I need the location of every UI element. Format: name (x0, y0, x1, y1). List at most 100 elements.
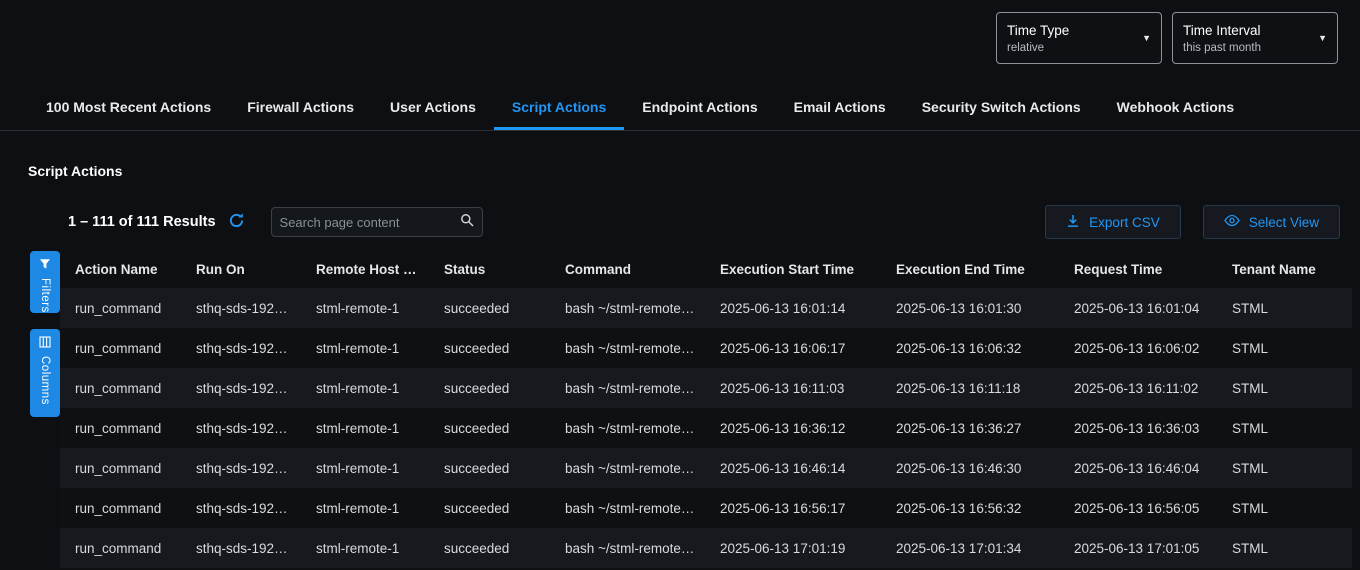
table-cell: 2025-06-13 17:01:19 (705, 528, 881, 568)
column-header[interactable]: Tenant Name (1217, 251, 1352, 288)
table-cell: 2025-06-13 16:06:17 (705, 328, 881, 368)
table-cell: 2025-06-13 16:11:18 (881, 368, 1059, 408)
table-row[interactable]: run_commandsthq-sds-192-…stml-remote-1su… (60, 368, 1352, 408)
tab-firewall-actions[interactable]: Firewall Actions (229, 86, 372, 130)
column-header[interactable]: Request Time (1059, 251, 1217, 288)
tab-user-actions[interactable]: User Actions (372, 86, 494, 130)
column-header[interactable]: Action Name (60, 251, 181, 288)
table-cell: 2025-06-13 16:01:30 (881, 288, 1059, 328)
export-csv-label: Export CSV (1089, 215, 1160, 230)
page-title: Script Actions (28, 163, 1360, 179)
filter-icon (39, 258, 51, 273)
table-header-row: Action NameRun OnRemote Host N…StatusCom… (60, 251, 1352, 288)
time-interval-value: this past month (1183, 42, 1261, 54)
table-cell: stml-remote-1 (301, 528, 429, 568)
table-cell: succeeded (429, 408, 550, 448)
table-cell: sthq-sds-192-… (181, 328, 301, 368)
table-row[interactable]: run_commandsthq-sds-192-…stml-remote-1su… (60, 528, 1352, 568)
tab-100-most-recent-actions[interactable]: 100 Most Recent Actions (28, 86, 229, 130)
table-row[interactable]: run_commandsthq-sds-192-…stml-remote-1su… (60, 448, 1352, 488)
table-cell: run_command (60, 488, 181, 528)
table-cell: 2025-06-13 16:56:17 (705, 488, 881, 528)
column-header[interactable]: Execution End Time (881, 251, 1059, 288)
table-cell: run_command (60, 288, 181, 328)
table-cell: stml-remote-1 (301, 288, 429, 328)
table-cell: 2025-06-13 16:01:04 (1059, 288, 1217, 328)
table-cell: 2025-06-13 16:01:14 (705, 288, 881, 328)
table-cell: bash ~/stml-remote-… (550, 368, 705, 408)
table-cell: 2025-06-13 16:46:14 (705, 448, 881, 488)
table-row[interactable]: run_commandsthq-sds-192-…stml-remote-1su… (60, 328, 1352, 368)
table-cell: bash ~/stml-remote-… (550, 528, 705, 568)
content-area: Filters Columns Action NameRun OnRemote … (0, 251, 1360, 568)
table-cell: bash ~/stml-remote-… (550, 448, 705, 488)
table-cell: succeeded (429, 368, 550, 408)
table-row[interactable]: run_commandsthq-sds-192-…stml-remote-1su… (60, 408, 1352, 448)
table-cell: run_command (60, 328, 181, 368)
tab-script-actions[interactable]: Script Actions (494, 86, 624, 130)
table-cell: STML (1217, 448, 1352, 488)
tab-security-switch-actions[interactable]: Security Switch Actions (904, 86, 1099, 130)
table-row[interactable]: run_commandsthq-sds-192-…stml-remote-1su… (60, 288, 1352, 328)
table-row[interactable]: run_commandsthq-sds-192-…stml-remote-1su… (60, 488, 1352, 528)
column-header[interactable]: Run On (181, 251, 301, 288)
tab-webhook-actions[interactable]: Webhook Actions (1099, 86, 1252, 130)
columns-button[interactable]: Columns (30, 329, 60, 417)
table-cell: 2025-06-13 16:56:32 (881, 488, 1059, 528)
tab-email-actions[interactable]: Email Actions (776, 86, 904, 130)
search-icon (460, 213, 474, 232)
column-header[interactable]: Execution Start Time (705, 251, 881, 288)
table-cell: 2025-06-13 16:06:32 (881, 328, 1059, 368)
table-cell: stml-remote-1 (301, 368, 429, 408)
table-cell: stml-remote-1 (301, 448, 429, 488)
results-count: 1 – 111 of 111 Results (68, 214, 216, 230)
time-interval-label: Time Interval (1183, 23, 1261, 38)
refresh-button[interactable] (228, 212, 245, 232)
table-cell: 2025-06-13 16:11:02 (1059, 368, 1217, 408)
table-cell: succeeded (429, 488, 550, 528)
table-cell: STML (1217, 328, 1352, 368)
time-type-dropdown[interactable]: Time Type relative ▼ (996, 12, 1162, 64)
time-type-label: Time Type (1007, 23, 1069, 38)
table-cell: STML (1217, 488, 1352, 528)
table-cell: succeeded (429, 328, 550, 368)
table-cell: bash ~/stml-remote-… (550, 328, 705, 368)
table-cell: 2025-06-13 17:01:34 (881, 528, 1059, 568)
table-cell: sthq-sds-192-… (181, 368, 301, 408)
select-view-button[interactable]: Select View (1203, 205, 1340, 239)
actions-table: Action NameRun OnRemote Host N…StatusCom… (60, 251, 1352, 568)
table-cell: 2025-06-13 17:01:05 (1059, 528, 1217, 568)
table-cell: run_command (60, 368, 181, 408)
time-interval-dropdown[interactable]: Time Interval this past month ▼ (1172, 12, 1338, 64)
table-cell: STML (1217, 528, 1352, 568)
table-cell: sthq-sds-192-… (181, 288, 301, 328)
columns-label: Columns (39, 356, 51, 405)
table-cell: 2025-06-13 16:46:04 (1059, 448, 1217, 488)
table-cell: STML (1217, 288, 1352, 328)
table-cell: 2025-06-13 16:36:03 (1059, 408, 1217, 448)
column-header[interactable]: Command (550, 251, 705, 288)
table-cell: succeeded (429, 288, 550, 328)
export-csv-button[interactable]: Export CSV (1045, 205, 1181, 239)
side-rail: Filters Columns (30, 251, 60, 417)
column-header[interactable]: Status (429, 251, 550, 288)
table-cell: sthq-sds-192-… (181, 408, 301, 448)
topbar: Time Type relative ▼ Time Interval this … (0, 0, 1360, 86)
table-cell: run_command (60, 528, 181, 568)
columns-icon (39, 336, 51, 351)
tab-endpoint-actions[interactable]: Endpoint Actions (624, 86, 775, 130)
eye-icon (1224, 214, 1240, 230)
column-header[interactable]: Remote Host N… (301, 251, 429, 288)
search-input[interactable] (280, 215, 460, 230)
table-cell: succeeded (429, 448, 550, 488)
filters-label: Filters (39, 278, 51, 313)
table-cell: 2025-06-13 16:36:27 (881, 408, 1059, 448)
table-cell: stml-remote-1 (301, 488, 429, 528)
time-type-value: relative (1007, 42, 1069, 54)
table-cell: 2025-06-13 16:56:05 (1059, 488, 1217, 528)
filters-button[interactable]: Filters (30, 251, 60, 313)
table-cell: 2025-06-13 16:06:02 (1059, 328, 1217, 368)
table-cell: 2025-06-13 16:36:12 (705, 408, 881, 448)
table-cell: STML (1217, 368, 1352, 408)
table-cell: bash ~/stml-remote-… (550, 288, 705, 328)
